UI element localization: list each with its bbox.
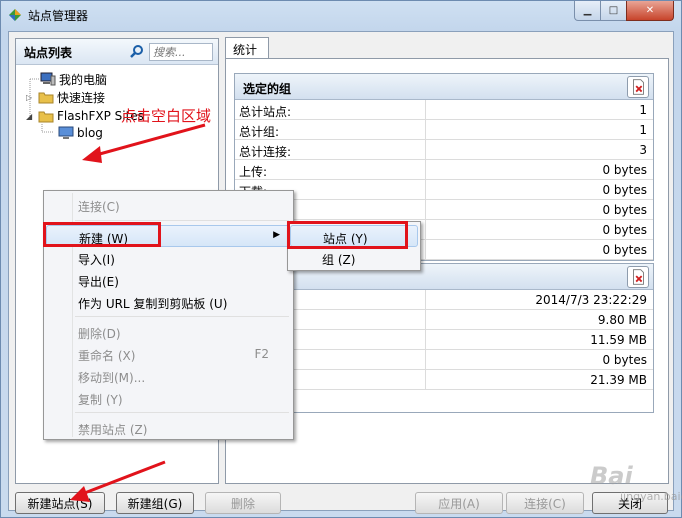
watermark-subtext: jingyan.baidu [620, 490, 682, 503]
arrow-to-new-site-button [70, 460, 166, 502]
watermark-text: Bai [590, 462, 633, 490]
arrow-to-blank-area [82, 123, 206, 163]
watermark: Bai jingyan.baidu [590, 462, 682, 518]
annotation-arrows [70, 123, 206, 502]
